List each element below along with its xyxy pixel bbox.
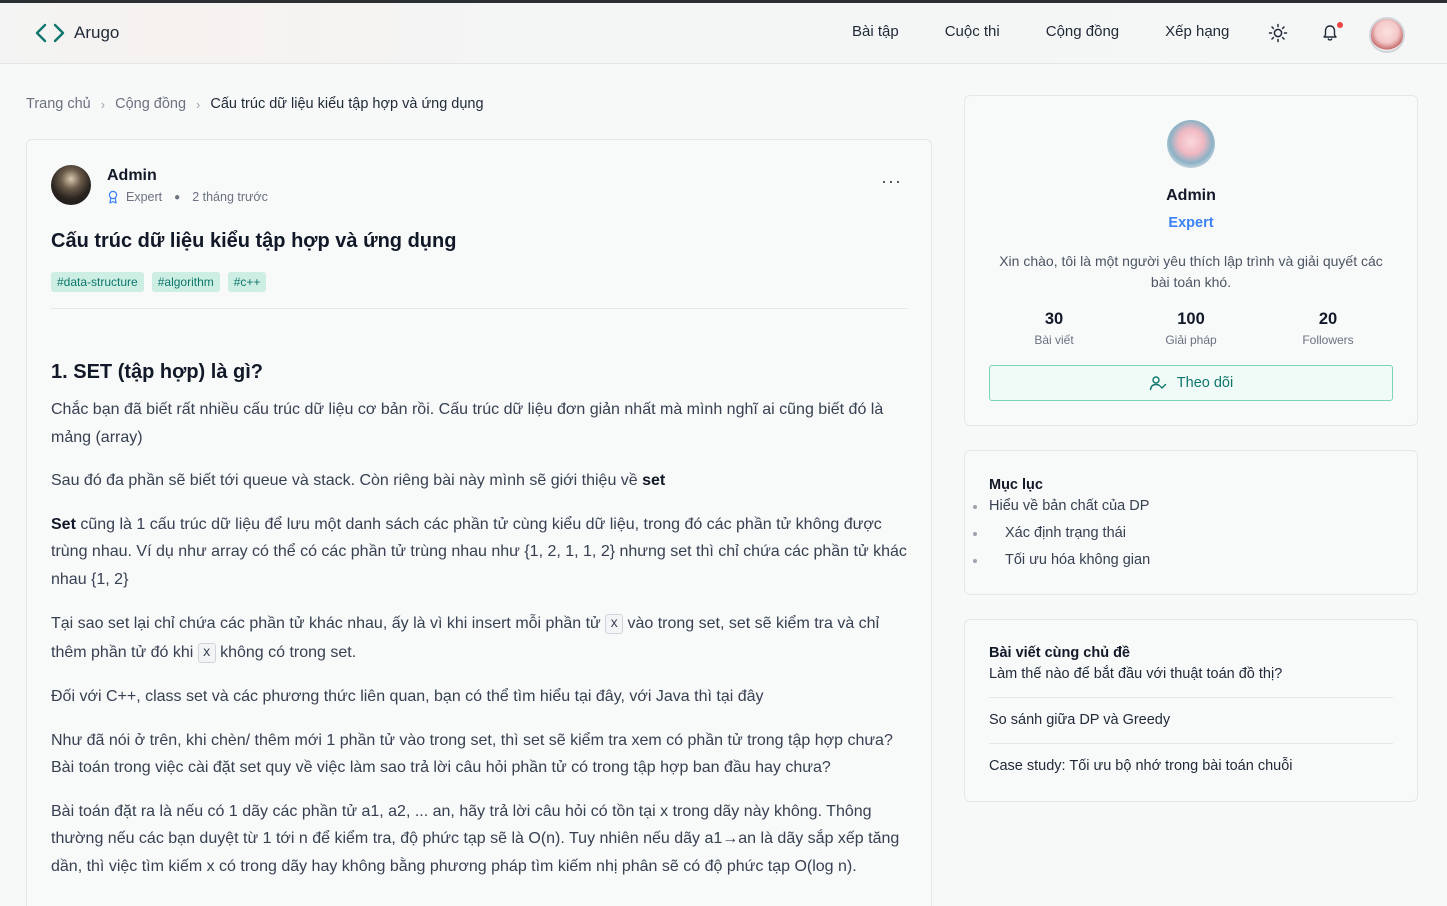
stat-label: Bài viết	[1034, 333, 1074, 347]
paragraph: Bài toán đặt ra là nếu có 1 dãy các phần…	[51, 802, 900, 875]
stat-solutions: 100 Giải pháp	[1126, 310, 1256, 347]
inline-code: x	[605, 613, 624, 634]
code-brackets-icon	[35, 23, 65, 43]
paragraph: Tại sao set lại chỉ chứa các phần tử khá…	[51, 609, 913, 667]
nav-exercises[interactable]: Bài tập	[852, 23, 899, 40]
nav-ranking[interactable]: Xếp hạng	[1165, 23, 1229, 40]
post-time: 2 tháng trước	[192, 190, 268, 204]
meta-separator: ●	[174, 191, 181, 203]
author-profile-card: Admin Expert Xin chào, tôi là một người …	[964, 95, 1418, 426]
follow-button[interactable]: Theo dõi	[989, 365, 1393, 401]
chevron-right-icon: ›	[196, 96, 201, 112]
sun-icon[interactable]	[1268, 23, 1288, 43]
breadcrumb: Trang chủ › Cộng đồng › Cấu trúc dữ liệu…	[26, 96, 484, 112]
paragraph-text: Tại sao set lại chỉ chứa các phần tử khá…	[51, 615, 606, 632]
stat-label: Followers	[1302, 333, 1354, 347]
section-heading: 1. SET (tập hợp) là gì?	[51, 361, 264, 383]
badge-icon	[108, 190, 118, 204]
toc-item[interactable]: Hiểu về bản chất của DP	[972, 496, 1150, 516]
toc-item[interactable]: Tối ưu hóa không gian	[972, 550, 1150, 570]
toc-title: Mục lục	[989, 477, 1043, 493]
post-body: 1. SET (tập hợp) là gì? Chắc bạn đã biết…	[51, 358, 913, 896]
author-name[interactable]: Admin	[107, 167, 157, 185]
related-post-link[interactable]: Làm thế nào để bắt đầu với thuật toán đồ…	[989, 666, 1393, 682]
tag-cpp[interactable]: #c++	[227, 272, 267, 292]
logo[interactable]: Arugo	[34, 21, 119, 45]
table-of-contents: Mục lục Hiểu về bản chất của DP Xác định…	[964, 450, 1418, 595]
related-post-link[interactable]: So sánh giữa DP và Greedy	[989, 712, 1393, 728]
profile-stats: 30 Bài viết 100 Giải pháp 20 Followers	[989, 310, 1393, 347]
inline-code: x	[197, 642, 216, 663]
divider	[989, 697, 1393, 698]
follow-label: Theo dõi	[1176, 375, 1234, 391]
stat-label: Giải pháp	[1165, 333, 1217, 347]
breadcrumb-community[interactable]: Cộng đồng	[115, 96, 186, 112]
related-post-link[interactable]: Case study: Tối ưu bộ nhớ trong bài toán…	[989, 758, 1393, 774]
toc-item[interactable]: Xác định trạng thái	[972, 523, 1150, 543]
author-meta: Expert ● 2 tháng trước	[107, 190, 268, 204]
post-title: Cấu trúc dữ liệu kiểu tập hợp và ứng dụn…	[51, 230, 457, 252]
app-name: Arugo	[74, 23, 120, 42]
chevron-right-icon: ›	[100, 96, 106, 112]
stat-posts: 30 Bài viết	[989, 310, 1119, 347]
paragraph: Set cũng là 1 cấu trúc dữ liệu để lưu mộ…	[51, 511, 913, 594]
paragraph-text: không có trong set.	[215, 644, 357, 661]
nav-community[interactable]: Cộng đồng	[1046, 23, 1119, 40]
tag-list: #data-structure #algorithm #c++	[51, 272, 267, 292]
more-icon[interactable]: ···	[881, 172, 902, 190]
related-title: Bài viết cùng chủ đề	[989, 645, 1130, 661]
user-avatar[interactable]	[1369, 17, 1405, 53]
bold-text: set	[642, 472, 666, 489]
author-avatar[interactable]	[51, 165, 91, 205]
profile-bio: Xin chào, tôi là một người yêu thích lập…	[999, 253, 1383, 290]
profile-name[interactable]: Admin	[965, 187, 1417, 205]
nav-contests[interactable]: Cuộc thi	[945, 23, 1000, 40]
paragraph-text: cũng là 1 cấu trúc dữ liệu để lưu một da…	[51, 515, 907, 588]
tag-algorithm[interactable]: #algorithm	[151, 272, 220, 292]
divider	[51, 308, 908, 309]
bold-text: Set	[51, 515, 76, 533]
stat-value: 30	[1044, 310, 1064, 328]
paragraph-text: Sau đó đa phần sẽ biết tới queue và stac…	[51, 472, 643, 489]
related-posts: Bài viết cùng chủ đề Làm thế nào để bắt …	[964, 619, 1418, 802]
profile-role: Expert	[1168, 215, 1214, 231]
toc-list: Hiểu về bản chất của DP Xác định trạng t…	[972, 496, 1150, 577]
notification-dot	[1337, 22, 1343, 28]
stat-value: 20	[1318, 310, 1338, 328]
top-navbar: Arugo Bài tập Cuộc thi Cộng đồng Xếp hạn…	[0, 3, 1447, 64]
paragraph: Chắc bạn đã biết rất nhiều cấu trúc dữ l…	[51, 401, 884, 446]
profile-avatar[interactable]	[1167, 120, 1215, 168]
breadcrumb-home[interactable]: Trang chủ	[26, 96, 91, 112]
paragraph: Như đã nói ở trên, khi chèn/ thêm mới 1 …	[51, 731, 893, 777]
stat-followers: 20 Followers	[1263, 310, 1393, 347]
post-card: Admin Expert ● 2 tháng trước ··· Cấu trú…	[26, 139, 932, 906]
paragraph: Đối với C++, class set và các phương thứ…	[51, 688, 764, 705]
main-nav: Bài tập Cuộc thi Cộng đồng Xếp hạng	[852, 23, 1275, 40]
divider	[989, 743, 1393, 744]
stat-value: 100	[1177, 310, 1205, 328]
user-plus-icon	[1149, 376, 1166, 391]
breadcrumb-current: Cấu trúc dữ liệu kiểu tập hợp và ứng dụn…	[210, 96, 484, 112]
paragraph: Sau đó đa phần sẽ biết tới queue và stac…	[51, 467, 913, 495]
author-role: Expert	[126, 190, 163, 204]
tag-data-structure[interactable]: #data-structure	[51, 272, 144, 292]
